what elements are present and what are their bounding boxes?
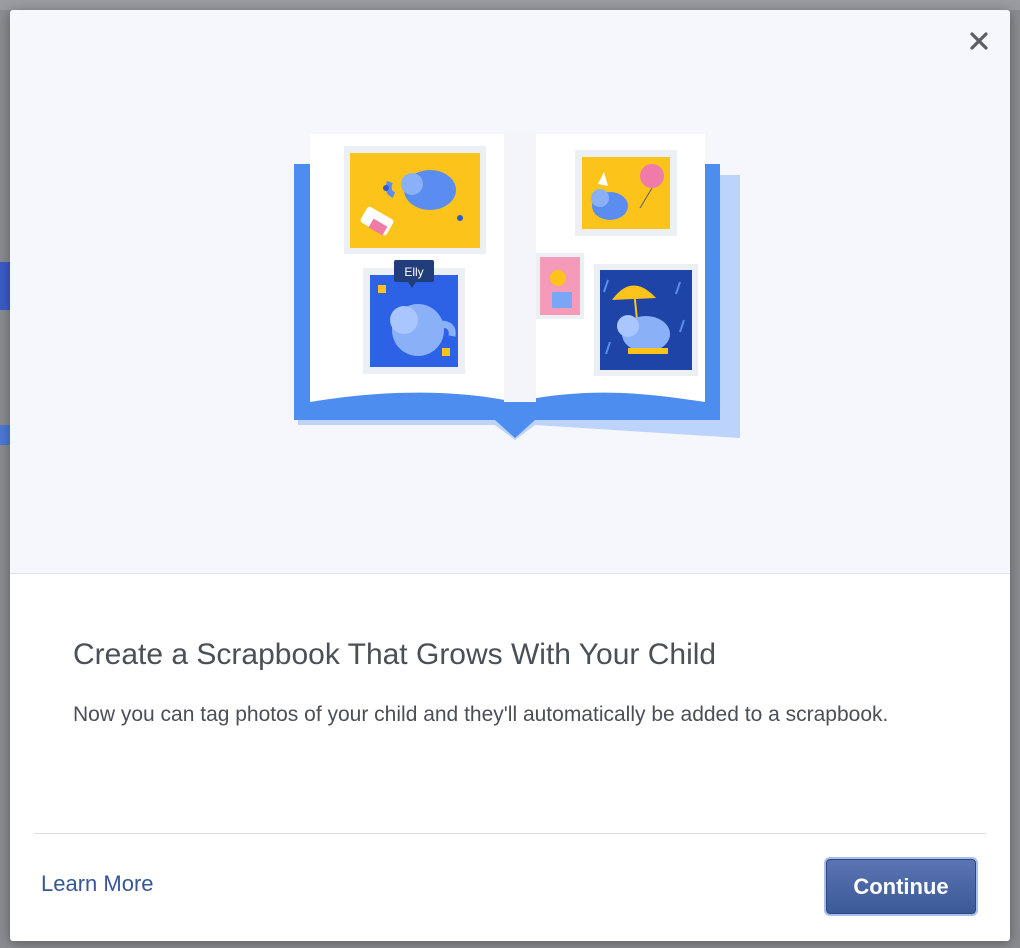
tag-label: Elly bbox=[404, 265, 423, 279]
dialog-description: Now you can tag photos of your child and… bbox=[73, 703, 889, 726]
scrapbook-illustration: Elly bbox=[294, 134, 740, 440]
footer-divider bbox=[34, 833, 986, 834]
background-blue-bar bbox=[0, 425, 10, 445]
photo-yellow-elephant bbox=[344, 146, 486, 254]
photo-party-elephant bbox=[575, 150, 677, 236]
learn-more-link[interactable]: Learn More bbox=[41, 871, 154, 897]
photo-small-pink bbox=[536, 253, 584, 319]
dialog-content: Create a Scrapbook That Grows With Your … bbox=[73, 637, 943, 733]
background-topbar bbox=[0, 0, 1020, 10]
close-icon bbox=[970, 32, 988, 50]
background-blue-block bbox=[0, 262, 10, 310]
scrapbook-dialog: Elly Create a Scrapbook That Grows With … bbox=[10, 10, 1010, 941]
continue-button[interactable]: Continue bbox=[826, 859, 976, 914]
page-gutter bbox=[504, 134, 536, 402]
hero-banner: Elly bbox=[10, 10, 1010, 574]
photo-tagged-elephant: Elly bbox=[363, 260, 465, 374]
close-button[interactable] bbox=[966, 28, 992, 54]
dialog-title: Create a Scrapbook That Grows With Your … bbox=[73, 638, 717, 671]
photo-rain-elephant bbox=[594, 264, 698, 376]
